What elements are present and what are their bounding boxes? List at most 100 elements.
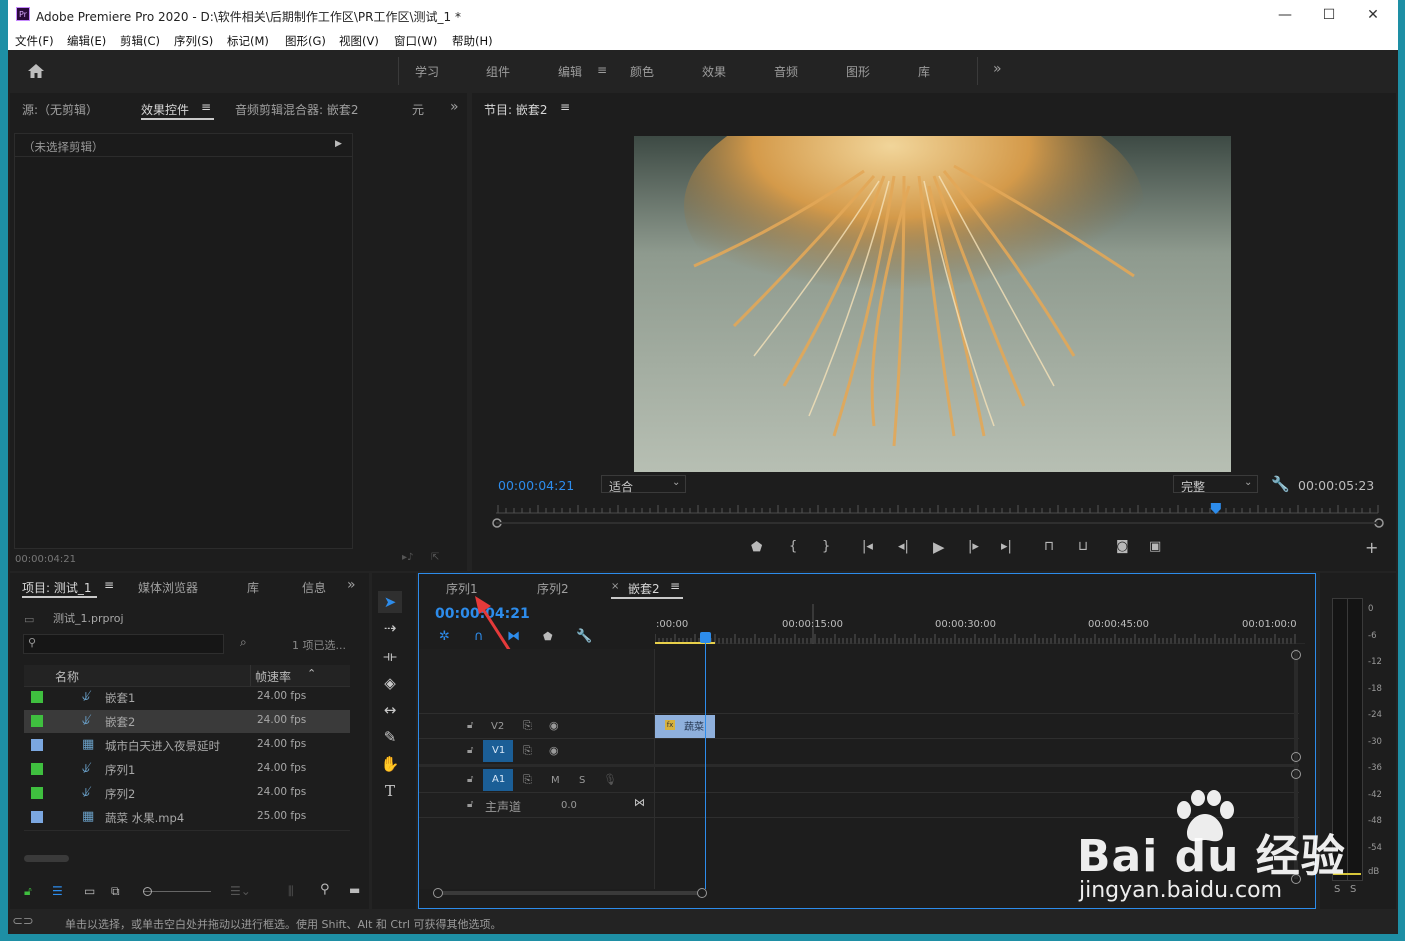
list-item[interactable]: ⫝̸ 序列1 24.00 fps xyxy=(24,758,350,781)
go-to-out-icon[interactable]: ▸| xyxy=(1001,539,1012,554)
add-marker-icon[interactable]: ⬟ xyxy=(751,540,762,555)
menu-help[interactable]: 帮助(H) xyxy=(452,33,493,49)
fit-dropdown[interactable]: 适合 ⌄ xyxy=(601,475,686,494)
tab-media-browser[interactable]: 媒体浏览器 xyxy=(138,579,198,596)
tab-sequence-2[interactable]: 序列2 xyxy=(537,580,569,597)
razor-tool-icon[interactable]: ◈ xyxy=(378,672,402,694)
timeline-zoom-bar[interactable] xyxy=(437,891,702,895)
sync-lock-icon[interactable]: ⎘ xyxy=(523,719,532,733)
microphone-icon[interactable]: 🎙︎ xyxy=(603,773,617,786)
lock-icon[interactable]: 🔓︎ xyxy=(467,745,473,756)
sort-ascending-icon[interactable]: ⌃ xyxy=(307,667,316,680)
minimize-button[interactable]: — xyxy=(1270,4,1300,26)
panel-menu-icon[interactable]: ≡ xyxy=(560,100,570,114)
menu-marker[interactable]: 标记(M) xyxy=(227,33,269,49)
lock-icon[interactable]: 🔓︎ xyxy=(467,774,473,785)
list-item-selected[interactable]: ⫝̸ 嵌套2 24.00 fps xyxy=(24,710,350,733)
eye-icon[interactable]: ◉ xyxy=(549,719,559,732)
automate-to-sequence-icon[interactable]: ⫼ xyxy=(288,884,294,899)
playhead-line[interactable] xyxy=(705,642,706,889)
project-search-input[interactable]: ⚲ xyxy=(23,634,224,654)
nested-clip[interactable]: fx 蔬菜 xyxy=(655,715,715,738)
scroll-handle[interactable] xyxy=(1291,752,1301,762)
menu-file[interactable]: 文件(F) xyxy=(15,33,54,49)
workspace-menu-icon[interactable]: ≡ xyxy=(597,63,607,77)
lift-icon[interactable]: ⊓ xyxy=(1044,539,1054,554)
hand-tool-icon[interactable]: ✋ xyxy=(378,753,402,775)
add-marker-icon[interactable]: ⬟ xyxy=(543,630,553,643)
ripple-edit-tool-icon[interactable]: ⟛ xyxy=(378,645,402,667)
list-item[interactable]: ⫝̸ 嵌套1 24.00 fps xyxy=(24,686,350,709)
mute-button[interactable]: M xyxy=(551,775,560,786)
type-tool-icon[interactable]: T xyxy=(378,780,402,802)
label-color-swatch[interactable] xyxy=(31,811,43,823)
workspace-learn[interactable]: 学习 xyxy=(415,63,439,80)
find-icon[interactable]: ⚲ xyxy=(320,882,330,897)
go-to-end-icon[interactable]: ⋈ xyxy=(634,796,645,809)
label-color-swatch[interactable] xyxy=(31,763,43,775)
go-to-in-icon[interactable]: |◂ xyxy=(862,539,873,554)
list-item[interactable]: ⫝̸ 序列2 24.00 fps xyxy=(24,782,350,805)
zoom-handle-right[interactable] xyxy=(697,888,707,898)
program-scrub-bar[interactable] xyxy=(488,503,1386,529)
close-button[interactable]: ✕ xyxy=(1358,4,1388,26)
icon-view-icon[interactable]: ▭ xyxy=(84,884,95,898)
workspace-editing[interactable]: 编辑 xyxy=(558,63,582,80)
column-fps-header[interactable]: 帧速率 xyxy=(255,668,291,685)
track-select-tool-icon[interactable]: ⇢ xyxy=(378,617,402,639)
zoom-slider[interactable] xyxy=(143,891,211,892)
tab-effect-controls[interactable]: 效果控件 xyxy=(141,101,189,118)
horizontal-scrollbar[interactable] xyxy=(24,855,69,862)
more-tabs-icon[interactable]: » xyxy=(450,99,459,115)
scroll-handle[interactable] xyxy=(1291,769,1301,779)
sort-icons-icon[interactable]: ☰⌄ xyxy=(230,884,251,898)
lock-icon[interactable]: 🔓︎ xyxy=(24,884,32,899)
workspace-audio[interactable]: 音频 xyxy=(774,63,798,80)
zoom-slider-handle[interactable] xyxy=(143,887,152,896)
scroll-handle[interactable] xyxy=(1291,650,1301,660)
slip-tool-icon[interactable]: ↔ xyxy=(378,699,402,721)
comparison-view-icon[interactable]: ▣ xyxy=(1149,539,1161,554)
menu-view[interactable]: 视图(V) xyxy=(339,33,379,49)
step-forward-icon[interactable]: |▸ xyxy=(968,539,979,554)
export-frame-camera-icon[interactable]: ◙ xyxy=(1116,539,1129,554)
track-v1-target[interactable]: V1 xyxy=(483,740,513,762)
panel-menu-icon[interactable]: ≡ xyxy=(104,578,114,592)
tab-nested-2[interactable]: 嵌套2 xyxy=(628,580,660,597)
expand-arrow-icon[interactable]: ▶ xyxy=(335,139,342,149)
new-bin-folder-icon[interactable]: ▬ xyxy=(349,883,360,897)
home-icon[interactable] xyxy=(26,62,46,80)
workspace-libraries[interactable]: 库 xyxy=(918,63,930,80)
export-icon[interactable]: ⇱ xyxy=(431,552,439,563)
workspace-effects[interactable]: 效果 xyxy=(702,63,726,80)
step-back-icon[interactable]: ◂| xyxy=(898,539,909,554)
menu-clip[interactable]: 剪辑(C) xyxy=(120,33,160,49)
more-workspaces-button[interactable]: » xyxy=(993,61,1002,77)
label-color-swatch[interactable] xyxy=(31,739,43,751)
program-timecode[interactable]: 00:00:04:21 xyxy=(498,478,574,493)
tab-info[interactable]: 信息 xyxy=(302,579,326,596)
track-v2-label[interactable]: V2 xyxy=(491,721,504,732)
find-bin-icon[interactable]: ⌕ xyxy=(240,635,247,650)
quality-dropdown[interactable]: 完整 ⌄ xyxy=(1173,475,1258,494)
button-editor-plus-icon[interactable]: + xyxy=(1365,538,1378,557)
master-volume-value[interactable]: 0.0 xyxy=(561,800,577,811)
workspace-color[interactable]: 颜色 xyxy=(630,63,654,80)
playhead-handle[interactable] xyxy=(700,632,711,643)
column-name-header[interactable]: 名称 xyxy=(55,668,79,685)
sync-lock-icon[interactable]: ⎘ xyxy=(523,773,532,787)
tab-audio-clip-mixer[interactable]: 音频剪辑混合器: 嵌套2 xyxy=(235,101,359,118)
zoom-handle-left[interactable] xyxy=(433,888,443,898)
panel-menu-icon[interactable]: ≡ xyxy=(201,100,211,114)
freeform-view-icon[interactable]: ⧉ xyxy=(111,884,120,899)
track-a1-target[interactable]: A1 xyxy=(483,769,513,791)
wrench-icon[interactable]: 🔧 xyxy=(1271,475,1290,493)
menu-graphics[interactable]: 图形(G) xyxy=(285,33,326,49)
list-view-icon[interactable]: ☰ xyxy=(52,884,63,898)
list-item[interactable]: ▦ 城市白天进入夜景延时 24.00 fps xyxy=(24,734,350,757)
mark-in-icon[interactable]: { xyxy=(789,539,797,554)
selection-tool-icon[interactable]: ➤ xyxy=(378,591,402,613)
timeline-settings-wrench-icon[interactable]: 🔧 xyxy=(576,629,592,644)
tab-source[interactable]: 源:（无剪辑） xyxy=(22,101,98,118)
pen-tool-icon[interactable]: ✎ xyxy=(378,726,402,748)
